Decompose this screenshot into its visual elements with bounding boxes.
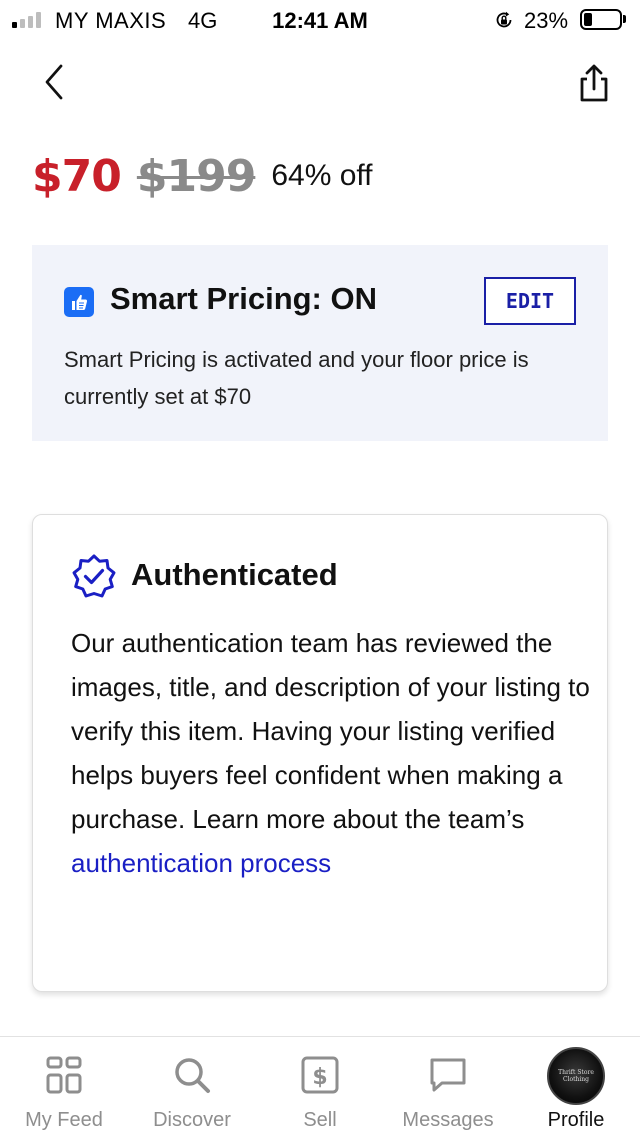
tab-label: Sell: [303, 1109, 337, 1131]
back-button[interactable]: [36, 60, 76, 104]
tab-profile[interactable]: Thrift Store Clothing Profile: [512, 1037, 640, 1136]
authenticated-title: Authenticated: [131, 557, 338, 592]
status-bar: MY MAXIS 4G 12:41 AM 23%: [0, 0, 640, 40]
verified-badge-icon: [72, 554, 116, 598]
rotation-lock-icon: [496, 11, 512, 28]
edit-button[interactable]: EDIT: [484, 277, 576, 325]
thumbs-up-icon: [64, 287, 94, 317]
original-price: $199: [136, 150, 256, 202]
smart-pricing-description: Smart Pricing is activated and your floo…: [64, 347, 529, 409]
tab-sell[interactable]: $ Sell: [256, 1037, 384, 1136]
authenticated-card: Authenticated Our authentication team ha…: [32, 514, 608, 992]
battery-icon: [580, 9, 622, 30]
discount-label: 64% off: [271, 159, 373, 192]
price-row: $70 $199 64% off: [32, 148, 373, 204]
tab-label: Profile: [547, 1109, 605, 1131]
smart-pricing-card: Smart Pricing: ON EDIT Smart Pricing is …: [32, 245, 608, 441]
search-icon: [175, 1058, 210, 1093]
tab-label: Discover: [153, 1109, 231, 1131]
bottom-tab-bar: My Feed Discover $ Sell Messages Thrift …: [0, 1036, 640, 1136]
avatar: Thrift Store Clothing: [547, 1047, 605, 1105]
tab-my-feed[interactable]: My Feed: [0, 1037, 128, 1136]
chat-bubble-icon: [430, 1058, 466, 1092]
share-button[interactable]: [574, 62, 614, 106]
authentication-process-link[interactable]: authentication process: [71, 848, 331, 878]
share-icon: [580, 64, 608, 102]
tab-label: Messages: [402, 1109, 494, 1131]
svg-text:$: $: [312, 1065, 327, 1090]
authenticated-description: Our authentication team has reviewed the…: [71, 621, 591, 885]
feed-grid-icon: [46, 1056, 82, 1094]
battery-cap: [623, 15, 626, 23]
authenticated-body-text: Our authentication team has reviewed the…: [71, 628, 590, 834]
tab-discover[interactable]: Discover: [128, 1037, 256, 1136]
dollar-tag-icon: $: [301, 1056, 339, 1094]
battery-level: [584, 13, 592, 26]
battery-percent: 23%: [524, 8, 569, 33]
smart-pricing-title: Smart Pricing: ON: [110, 281, 377, 316]
current-price: $70: [32, 150, 122, 202]
tab-label: My Feed: [25, 1109, 103, 1131]
tab-messages[interactable]: Messages: [384, 1037, 512, 1136]
avatar-logo-text: Thrift Store Clothing: [558, 1069, 594, 1083]
